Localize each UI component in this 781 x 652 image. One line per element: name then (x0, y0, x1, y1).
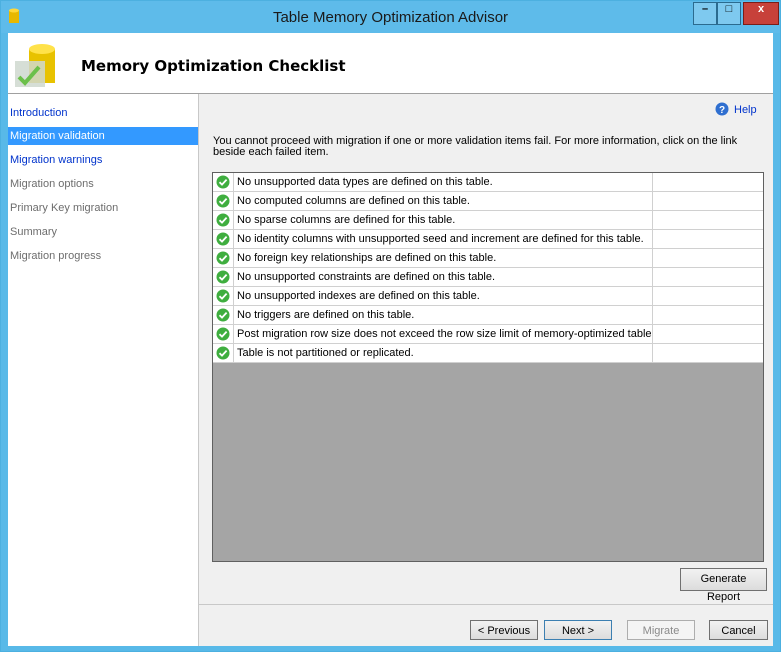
check-text: No unsupported constraints are defined o… (233, 268, 652, 287)
details-cell (652, 344, 763, 363)
check-text: No unsupported indexes are defined on th… (233, 287, 652, 306)
wizard-content: Memory Optimization Checklist Introducti… (8, 33, 773, 646)
check-text: No sparse columns are defined for this t… (233, 211, 652, 230)
previous-button[interactable]: < Previous (470, 620, 538, 640)
minimize-button[interactable]: – (693, 2, 717, 25)
details-cell (652, 268, 763, 287)
check-success-icon (216, 213, 230, 227)
details-cell (652, 325, 763, 344)
check-text: Table is not partitioned or replicated. (233, 344, 652, 363)
details-cell (652, 287, 763, 306)
check-success-icon (216, 270, 230, 284)
details-cell (652, 306, 763, 325)
advisor-window: Table Memory Optimization Advisor – □ x … (0, 0, 781, 652)
generate-report-button[interactable]: Generate Report (680, 568, 767, 603)
details-cell (652, 230, 763, 249)
check-text: No foreign key relationships are defined… (233, 249, 652, 268)
check-success-icon (216, 175, 230, 189)
nav-item-migration-warnings[interactable]: Migration warnings (8, 151, 198, 169)
table-row: No unsupported indexes are defined on th… (213, 287, 763, 306)
cancel-button[interactable]: Cancel (709, 620, 768, 640)
nav-item-summary: Summary (10, 226, 58, 238)
check-success-icon (216, 232, 230, 246)
nav-item-introduction[interactable]: Introduction (8, 104, 198, 122)
check-success-icon (216, 327, 230, 341)
table-row: No foreign key relationships are defined… (213, 249, 763, 268)
table-row: No computed columns are defined on this … (213, 192, 763, 211)
help-link[interactable]: Help (734, 104, 757, 116)
table-row: No sparse columns are defined for this t… (213, 211, 763, 230)
migrate-button: Migrate (627, 620, 695, 640)
wizard-nav: Introduction Migration validation Migrat… (8, 94, 199, 646)
table-row: No identity columns with unsupported see… (213, 230, 763, 249)
validation-grid: No unsupported data types are defined on… (212, 172, 764, 562)
table-row: No triggers are defined on this table. (213, 306, 763, 325)
details-cell (652, 249, 763, 268)
table-row: No unsupported data types are defined on… (213, 173, 763, 192)
nav-item-migration-options: Migration options (10, 178, 94, 190)
check-success-icon (216, 346, 230, 360)
check-success-icon (216, 289, 230, 303)
footer-divider (199, 604, 773, 605)
check-text: No identity columns with unsupported see… (233, 230, 652, 249)
validation-message: You cannot proceed with migration if one… (213, 135, 738, 158)
details-cell (652, 211, 763, 230)
close-button[interactable]: x (743, 2, 779, 25)
table-row: Post migration row size does not exceed … (213, 325, 763, 344)
page-title: Memory Optimization Checklist (81, 57, 346, 75)
nav-item-migration-progress: Migration progress (10, 250, 102, 262)
check-text: No triggers are defined on this table. (233, 306, 652, 325)
check-text: Post migration row size does not exceed … (233, 325, 652, 344)
checklist-database-icon (15, 44, 55, 87)
check-text: No computed columns are defined on this … (233, 192, 652, 211)
check-success-icon (216, 194, 230, 208)
window-title: Table Memory Optimization Advisor (272, 9, 509, 26)
table-row: Table is not partitioned or replicated. (213, 344, 763, 363)
maximize-button[interactable]: □ (717, 2, 741, 25)
help-icon[interactable]: ? (715, 102, 729, 116)
check-success-icon (216, 251, 230, 265)
nav-item-migration-validation[interactable]: Migration validation (8, 127, 198, 145)
nav-item-primary-key-migration: Primary Key migration (10, 202, 119, 214)
table-row: No unsupported constraints are defined o… (213, 268, 763, 287)
check-text: No unsupported data types are defined on… (233, 173, 652, 192)
title-bar[interactable]: Table Memory Optimization Advisor – □ x (1, 1, 780, 33)
next-button[interactable]: Next > (544, 620, 612, 640)
wizard-header: Memory Optimization Checklist (8, 33, 773, 94)
details-cell (652, 173, 763, 192)
main-panel: ? Help You cannot proceed with migration… (199, 94, 773, 646)
svg-text:?: ? (719, 105, 725, 116)
check-success-icon (216, 308, 230, 322)
details-cell (652, 192, 763, 211)
